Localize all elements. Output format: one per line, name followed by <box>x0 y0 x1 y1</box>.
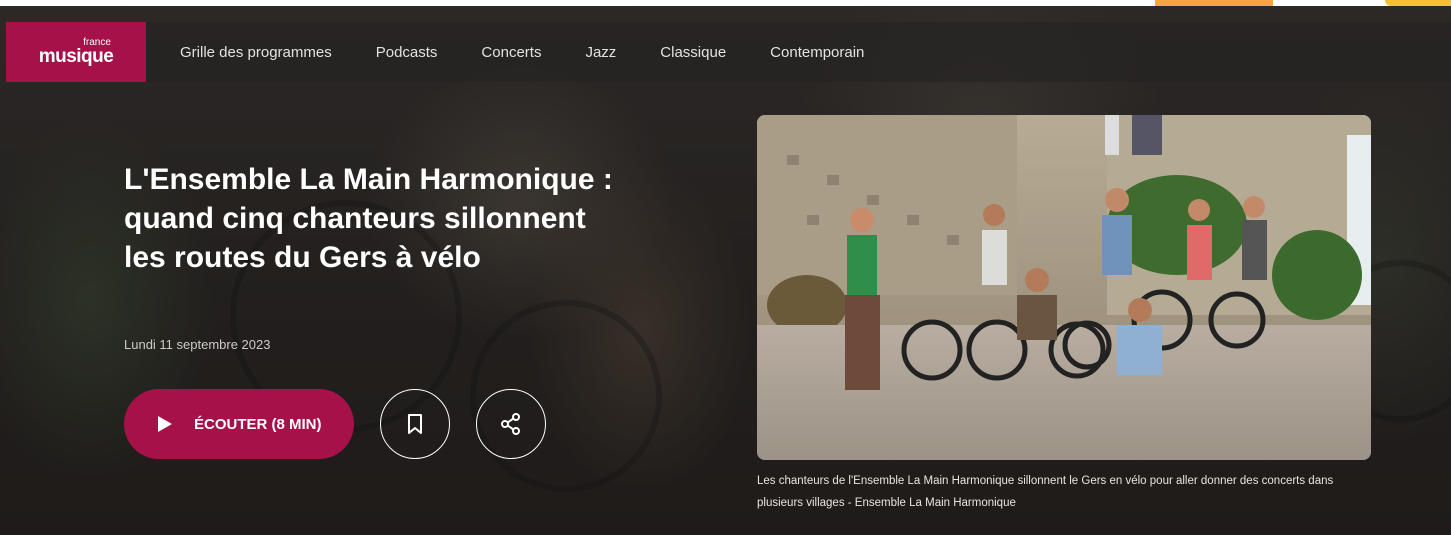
logo-big-text: musique <box>38 46 114 67</box>
photo-caption: Les chanteurs de l'Ensemble La Main Harm… <box>757 475 1334 509</box>
nav-item-concerts[interactable]: Concerts <box>481 44 541 61</box>
top-strip <box>0 0 1451 6</box>
bookmark-icon <box>408 414 422 434</box>
nav-item-classique[interactable]: Classique <box>660 44 726 61</box>
nav-item-contemporain[interactable]: Contemporain <box>770 44 864 61</box>
share-icon <box>501 413 520 435</box>
nav-items: Grille des programmes Podcasts Concerts … <box>180 22 908 82</box>
nav-item-jazz[interactable]: Jazz <box>585 44 616 61</box>
share-button[interactable] <box>476 389 546 459</box>
nav-item-podcasts[interactable]: Podcasts <box>376 44 438 61</box>
nav-item-grille[interactable]: Grille des programmes <box>180 44 332 61</box>
article-title: L'Ensemble La Main Harmonique : quand ci… <box>124 163 613 274</box>
listen-button[interactable]: ÉCOUTER (8 MIN) <box>124 389 354 459</box>
article-date: Lundi 11 septembre 2023 <box>124 337 271 352</box>
france-musique-logo[interactable]: france musique <box>6 22 146 82</box>
article-photo <box>757 115 1371 460</box>
play-icon <box>158 416 172 432</box>
main-nav: france musique Grille des programmes Pod… <box>6 22 1451 82</box>
bookmark-button[interactable] <box>380 389 450 459</box>
listen-button-label: ÉCOUTER (8 MIN) <box>194 415 322 433</box>
